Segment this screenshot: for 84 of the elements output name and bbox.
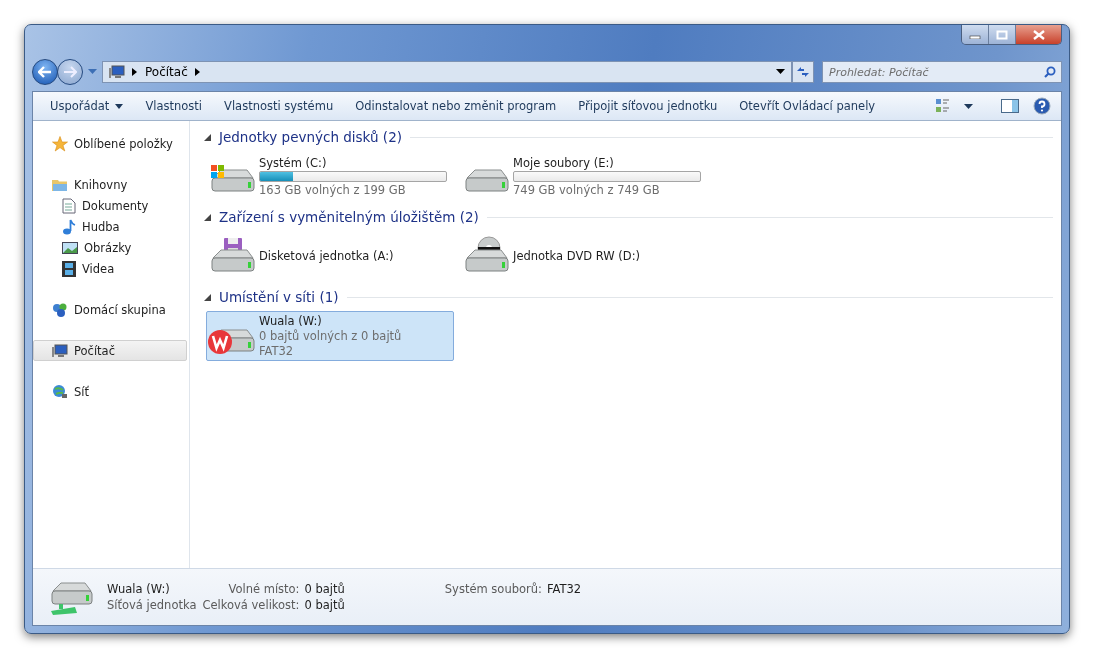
item-name: Wuala (W:)	[107, 582, 171, 596]
forward-button[interactable]	[57, 59, 83, 85]
drive-tile[interactable]: Systém (C:) 163 GB volných z 199 GB	[206, 151, 454, 201]
close-icon	[1031, 29, 1046, 40]
nav-item[interactable]: Počítač	[33, 340, 187, 361]
chevron-icon[interactable]	[132, 68, 138, 76]
history-dropdown-icon[interactable]	[88, 69, 97, 75]
nav-item[interactable]: Domácí skupina	[33, 299, 187, 320]
nav-label: Knihovny	[74, 177, 128, 192]
refresh-icon	[796, 66, 810, 78]
star-icon	[52, 135, 68, 152]
toolbar-button[interactable]: Vlastnosti systému	[215, 94, 343, 118]
breadcrumb[interactable]: Počítač	[145, 65, 188, 79]
nav-item[interactable]: Obrázky	[33, 237, 187, 258]
toolbar-button[interactable]: Připojit síťovou jednotku	[569, 94, 727, 118]
back-arrow-icon	[38, 66, 52, 78]
drive-name: Wuala (W:)	[259, 314, 323, 328]
document-icon	[62, 197, 76, 214]
collapse-triangle-icon[interactable]	[204, 133, 211, 141]
computer-icon	[52, 343, 68, 358]
drive-name: Jednotka DVD RW (D:)	[513, 249, 641, 263]
drive-free-space: 163 GB volných z 199 GB	[259, 182, 407, 197]
picture-icon	[62, 240, 78, 255]
folder-icon	[52, 177, 68, 192]
property-label: Celková velikost:	[202, 598, 300, 612]
nav-label: Počítač	[74, 343, 115, 358]
group-heading[interactable]: Jednotky pevných disků (2)	[219, 129, 402, 145]
collapse-triangle-icon[interactable]	[204, 293, 211, 301]
film-icon	[62, 260, 76, 277]
toolbar-button[interactable]: Otevřít Ovládací panely	[730, 94, 885, 118]
toolbar-button[interactable]: Uspořádat	[41, 94, 133, 118]
caret-icon	[115, 103, 124, 109]
dropdown-arrow-icon[interactable]	[776, 69, 785, 75]
property-value: 0 bajtů	[304, 598, 345, 612]
nav-item[interactable]: Oblíbené položky	[33, 133, 187, 154]
nav-label: Domácí skupina	[74, 302, 166, 317]
nav-item[interactable]: Síť	[33, 381, 187, 402]
drive-tile[interactable]: Moje soubory (E:) 749 GB volných z 749 GB	[460, 151, 708, 201]
nav-label: Videa	[82, 261, 115, 276]
computer-icon	[109, 65, 125, 79]
toolbar-button[interactable]: Vlastnosti	[136, 94, 212, 118]
group-heading[interactable]: Umístění v síti (1)	[219, 289, 339, 305]
nav-label: Hudba	[82, 219, 120, 234]
nav-item[interactable]: Videa	[33, 258, 187, 279]
network-icon	[52, 383, 68, 400]
nav-label: Obrázky	[84, 240, 132, 255]
drive-name: Disketová jednotka (A:)	[259, 249, 394, 263]
drive-tile[interactable]: Wuala (W:) 0 bajtů volných z 0 bajtů FAT32	[206, 311, 454, 361]
nav-label: Dokumenty	[82, 198, 149, 213]
refresh-button[interactable]	[792, 61, 814, 83]
help-icon[interactable]	[1033, 97, 1051, 115]
nav-item[interactable]: Dokumenty	[33, 195, 187, 216]
maximize-icon	[996, 29, 1008, 40]
caret-icon[interactable]	[964, 103, 973, 109]
drive-tile[interactable]: Disketová jednotka (A:)	[206, 231, 454, 281]
drive-name: Moje soubory (E:)	[513, 155, 615, 170]
address-bar[interactable]: Počítač	[102, 61, 792, 83]
property-label: Volné místo:	[227, 582, 300, 596]
minimize-button[interactable]	[962, 25, 989, 44]
search-icon[interactable]	[1044, 66, 1056, 78]
item-type: Síťová jednotka	[107, 598, 197, 612]
chevron-icon[interactable]	[194, 68, 201, 76]
nav-item[interactable]: Knihovny	[33, 174, 187, 195]
drive-free-space: 749 GB volných z 749 GB	[513, 182, 661, 197]
close-button[interactable]	[1016, 25, 1061, 44]
search-field[interactable]: Prohledat: Počítač	[822, 61, 1062, 83]
property-label: Systém souborů:	[444, 582, 542, 596]
nav-item[interactable]: Hudba	[33, 216, 187, 237]
music-note-icon	[62, 218, 76, 235]
group-heading[interactable]: Zařízení s vyměnitelným úložištěm (2)	[219, 209, 479, 225]
drive-free-space: 0 bajtů volných z 0 bajtů	[259, 329, 402, 343]
preview-pane-icon[interactable]	[1001, 99, 1019, 113]
toolbar-button[interactable]: Odinstalovat nebo změnit program	[346, 94, 566, 118]
drive-tile[interactable]: Jednotka DVD RW (D:)	[460, 231, 708, 281]
property-value: 0 bajtů	[304, 582, 345, 596]
drive-name: Systém (C:)	[259, 155, 328, 170]
drive-filesystem: FAT32	[259, 344, 295, 358]
back-button[interactable]	[32, 59, 58, 85]
forward-arrow-icon	[63, 66, 77, 78]
nav-label: Oblíbené položky	[74, 136, 173, 151]
property-value: FAT32	[546, 582, 582, 596]
maximize-button[interactable]	[989, 25, 1016, 44]
nav-label: Síť	[74, 384, 89, 399]
collapse-triangle-icon[interactable]	[204, 213, 211, 221]
